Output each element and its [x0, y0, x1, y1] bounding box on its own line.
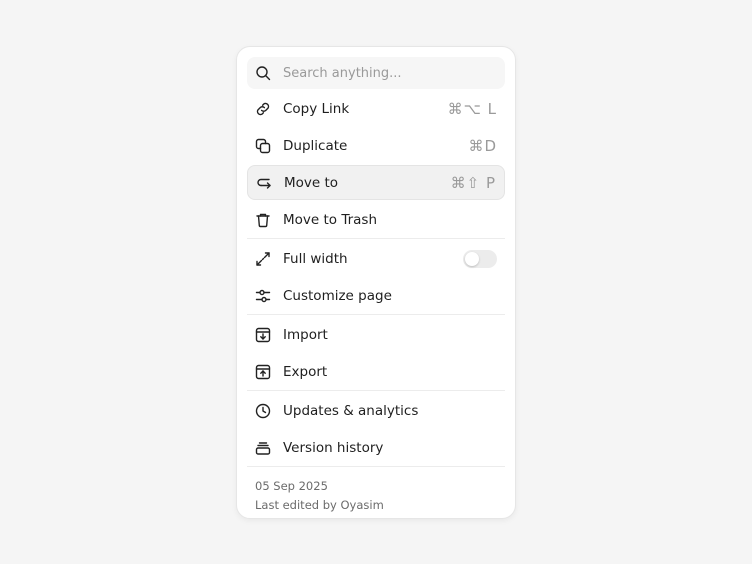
move-arrow-icon: [256, 175, 272, 191]
link-icon: [255, 101, 271, 117]
menu-item-copy-link[interactable]: Copy Link ⌘⌥ L: [247, 91, 505, 126]
last-edited-by: Last edited by Oyasim: [255, 498, 384, 512]
menu-item-label: Move to Trash: [283, 211, 378, 228]
sliders-icon: [255, 288, 271, 304]
divider: [247, 238, 505, 239]
trash-icon: [255, 212, 271, 228]
menu-item-label: Version history: [283, 439, 384, 456]
menu-item-import[interactable]: Import: [247, 317, 505, 352]
menu-item-label: Export: [283, 363, 328, 380]
search-icon: [255, 65, 271, 81]
shortcut-hint: ⌘D: [468, 136, 497, 155]
menu-item-version-history[interactable]: Version history: [247, 430, 505, 465]
clock-icon: [255, 403, 271, 419]
menu-item-export[interactable]: Export: [247, 354, 505, 389]
menu-item-label: Duplicate: [283, 137, 348, 154]
toggle-knob: [465, 251, 479, 266]
menu-item-duplicate[interactable]: Duplicate ⌘D: [247, 128, 505, 163]
menu-item-label: Move to: [284, 174, 339, 191]
menu-item-full-width[interactable]: Full width: [247, 241, 505, 276]
divider: [247, 390, 505, 391]
page-options-menu: Copy Link ⌘⌥ L Duplicate ⌘D Move to ⌘⇧ P…: [236, 46, 516, 519]
shortcut-hint: ⌘⇧ P: [450, 173, 496, 192]
last-edited-date: 05 Sep 2025: [255, 479, 328, 493]
divider: [247, 466, 505, 467]
search-bar[interactable]: [247, 57, 505, 89]
expand-arrows-icon: [255, 251, 271, 267]
menu-item-label: Customize page: [283, 287, 392, 304]
divider: [247, 314, 505, 315]
menu-item-label: Copy Link: [283, 100, 350, 117]
export-icon: [255, 364, 271, 380]
menu-item-label: Full width: [283, 250, 348, 267]
menu-item-updates-analytics[interactable]: Updates & analytics: [247, 393, 505, 428]
menu-footer: 05 Sep 2025 Last edited by Oyasim: [247, 468, 505, 515]
menu-item-move-to-trash[interactable]: Move to Trash: [247, 202, 505, 237]
import-icon: [255, 327, 271, 343]
full-width-toggle[interactable]: [463, 249, 497, 268]
menu-item-label: Updates & analytics: [283, 402, 419, 419]
search-input[interactable]: [283, 65, 483, 81]
menu-item-customize-page[interactable]: Customize page: [247, 278, 505, 313]
copy-icon: [255, 138, 271, 154]
menu-item-label: Import: [283, 326, 328, 343]
menu-item-move-to[interactable]: Move to ⌘⇧ P: [247, 165, 505, 200]
layers-icon: [255, 440, 271, 456]
shortcut-hint: ⌘⌥ L: [447, 99, 497, 118]
